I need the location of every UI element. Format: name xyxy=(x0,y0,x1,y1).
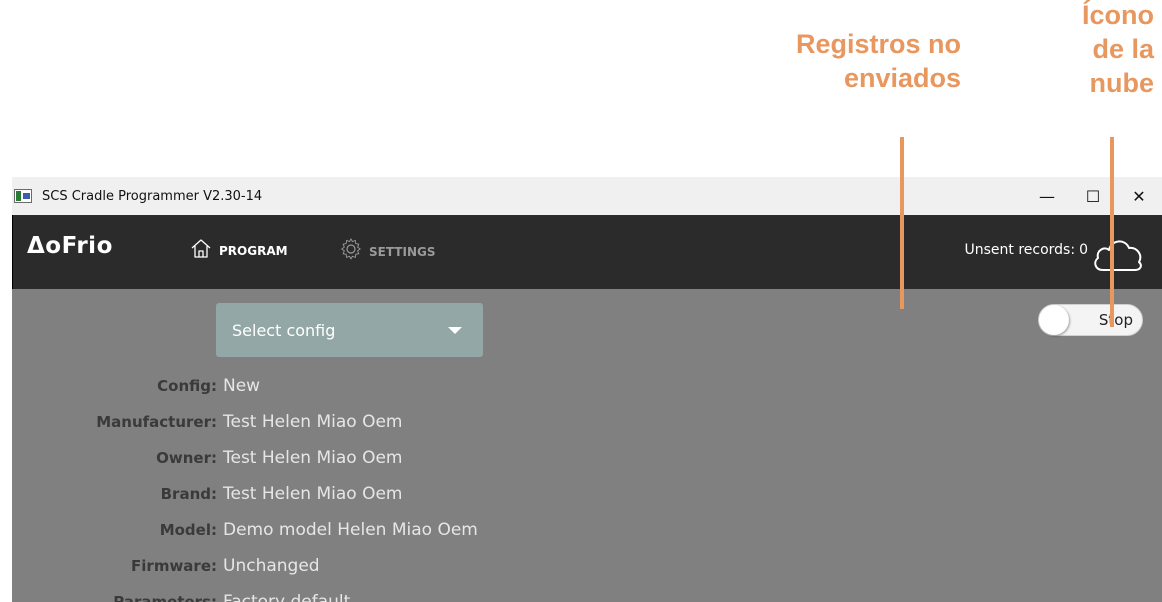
nav-item-settings[interactable]: SETTINGS xyxy=(339,237,436,266)
toggle-knob[interactable] xyxy=(1039,305,1069,335)
nav-item-program[interactable]: PROGRAM xyxy=(189,237,288,264)
close-button[interactable]: ✕ xyxy=(1116,177,1162,215)
home-icon xyxy=(189,237,213,264)
top-navbar: ΔoFrio PROGRAM SETTINGS Unsent records: 0 xyxy=(12,215,1162,289)
detail-key: Manufacturer: xyxy=(96,413,217,431)
select-config-label: Select config xyxy=(232,320,336,340)
gear-icon xyxy=(339,237,363,266)
detail-value: Test Helen Miao Oem xyxy=(223,412,403,432)
detail-value: Test Helen Miao Oem xyxy=(223,448,403,468)
detail-key: Owner: xyxy=(156,449,217,467)
caret-down-icon xyxy=(448,327,462,334)
detail-value: Unchanged xyxy=(223,556,320,576)
detail-key: Brand: xyxy=(160,485,217,503)
unsent-records: Unsent records: 0 xyxy=(965,242,1089,258)
detail-row-brand: Brand: Test Helen Miao Oem xyxy=(12,476,478,512)
detail-value: Factory default xyxy=(223,592,351,602)
detail-row-firmware: Firmware: Unchanged xyxy=(12,548,478,584)
detail-key: Config: xyxy=(157,377,217,395)
toggle-label: Stop xyxy=(1098,311,1133,329)
detail-row-owner: Owner: Test Helen Miao Oem xyxy=(12,440,478,476)
unsent-records-count: 0 xyxy=(1079,242,1088,258)
minimize-button[interactable]: — xyxy=(1024,177,1070,215)
config-details: Config: New Manufacturer: Test Helen Mia… xyxy=(12,368,478,602)
cloud-icon[interactable] xyxy=(1091,235,1145,278)
annotation-line-cloud xyxy=(1110,137,1114,327)
detail-key: Firmware: xyxy=(131,557,217,575)
detail-row-manufacturer: Manufacturer: Test Helen Miao Oem xyxy=(12,404,478,440)
annotation-line-records xyxy=(900,137,904,309)
unsent-records-label: Unsent records: xyxy=(964,242,1076,258)
detail-key: Model: xyxy=(159,521,217,539)
detail-value: New xyxy=(223,376,261,396)
app-icon xyxy=(14,189,32,203)
stop-toggle[interactable]: Stop xyxy=(1038,304,1143,336)
window-title: SCS Cradle Programmer V2.30-14 xyxy=(42,188,263,204)
select-config-dropdown[interactable]: Select config xyxy=(216,303,483,357)
nav-label-settings: SETTINGS xyxy=(369,244,436,259)
title-bar[interactable]: SCS Cradle Programmer V2.30-14 — ☐ ✕ xyxy=(12,177,1162,215)
nav-label-program: PROGRAM xyxy=(219,243,288,258)
detail-value: Test Helen Miao Oem xyxy=(223,484,403,504)
detail-row-model: Model: Demo model Helen Miao Oem xyxy=(12,512,478,548)
detail-row-config: Config: New xyxy=(12,368,478,404)
detail-row-parameters: Parameters: Factory default xyxy=(12,584,478,602)
detail-value: Demo model Helen Miao Oem xyxy=(223,520,478,540)
annotation-unsent-records: Registros no enviados xyxy=(795,29,961,93)
window-controls: — ☐ ✕ xyxy=(1024,177,1162,215)
aofrio-logo: ΔoFrio xyxy=(27,233,113,259)
main-content: Select config Stop Config: New Manufactu… xyxy=(12,289,1162,602)
app-window: SCS Cradle Programmer V2.30-14 — ☐ ✕ ΔoF… xyxy=(12,177,1162,602)
annotation-cloud-icon: Ícono de la nube xyxy=(1082,0,1154,98)
detail-key: Parameters: xyxy=(113,593,217,602)
